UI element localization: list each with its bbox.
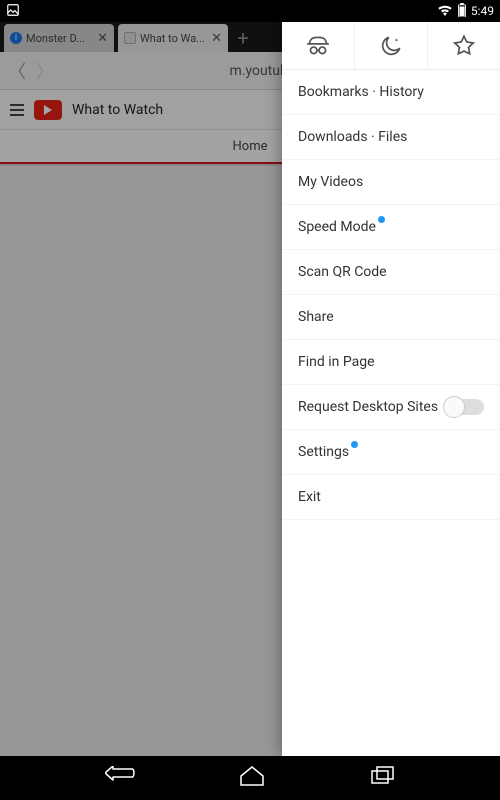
battery-icon [457, 3, 467, 20]
recents-button[interactable] [370, 766, 396, 790]
menu-share[interactable]: Share [282, 295, 500, 340]
menu-my-videos[interactable]: My Videos [282, 160, 500, 205]
system-nav-bar [0, 756, 500, 800]
menu-scan-qr[interactable]: Scan QR Code [282, 250, 500, 295]
menu-bookmarks-history[interactable]: Bookmarks · History [282, 70, 500, 115]
menu-exit[interactable]: Exit [282, 475, 500, 520]
home-button[interactable] [239, 766, 265, 790]
menu-find-in-page[interactable]: Find in Page [282, 340, 500, 385]
desktop-sites-toggle[interactable] [444, 399, 484, 415]
incognito-button[interactable] [282, 22, 355, 69]
main-menu-panel: Bookmarks · History Downloads · Files My… [282, 22, 500, 756]
notification-dot-icon [378, 216, 385, 223]
menu-list: Bookmarks · History Downloads · Files My… [282, 70, 500, 756]
menu-speed-mode[interactable]: Speed Mode [282, 205, 500, 250]
menu-settings[interactable]: Settings [282, 430, 500, 475]
incognito-icon [305, 33, 331, 59]
moon-icon [378, 33, 404, 59]
notification-dot-icon [351, 441, 358, 448]
status-bar: 5:49 [0, 0, 500, 22]
star-icon [451, 33, 477, 59]
menu-desktop-sites[interactable]: Request Desktop Sites [282, 385, 500, 430]
night-mode-button[interactable] [355, 22, 428, 69]
bookmark-star-button[interactable] [428, 22, 500, 69]
picture-icon [6, 3, 20, 20]
wifi-icon [437, 4, 453, 19]
menu-downloads-files[interactable]: Downloads · Files [282, 115, 500, 160]
status-time: 5:49 [471, 4, 494, 18]
back-button[interactable] [105, 766, 135, 790]
